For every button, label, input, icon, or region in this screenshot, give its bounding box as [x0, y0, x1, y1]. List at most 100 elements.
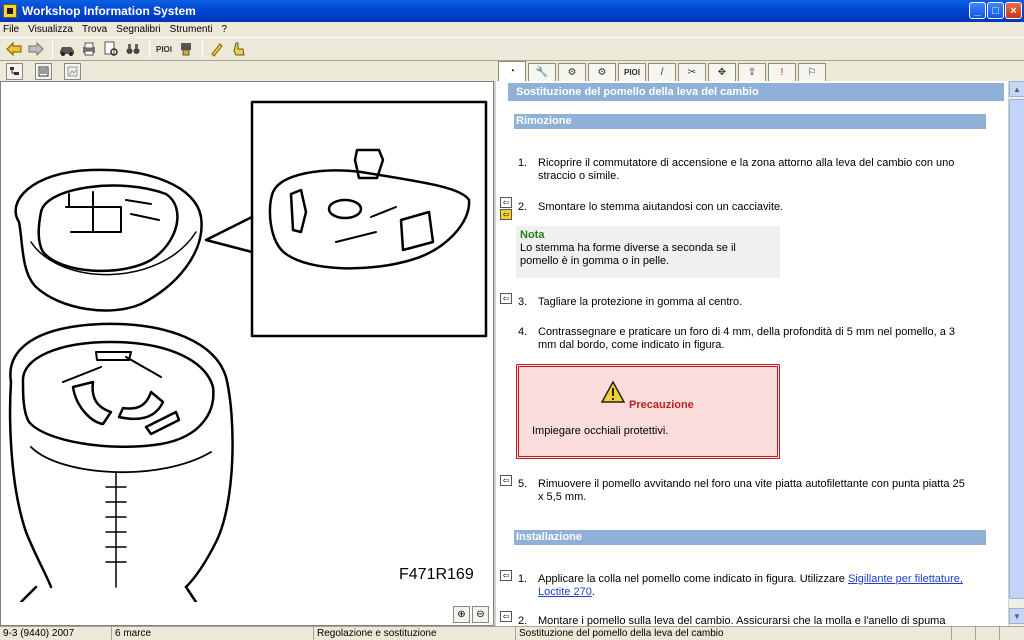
status-extra-2 — [976, 627, 1000, 640]
arrow-right-icon — [28, 41, 44, 57]
tab-specifications[interactable]: ⚐ — [798, 63, 826, 81]
gear-knob-illustration — [8, 100, 488, 602]
section-header-installation: Installazione — [514, 530, 986, 545]
pioi-label: PIOI — [155, 44, 172, 54]
status-extra-3 — [1000, 627, 1024, 640]
text-view-button[interactable] — [35, 63, 52, 80]
pencil-icon — [211, 43, 223, 57]
caution-title: Precauzione — [629, 399, 694, 411]
tool-icon: ✂ — [687, 67, 697, 78]
shirt-icon: ⚐ — [807, 67, 817, 78]
back-button[interactable] — [4, 39, 24, 59]
tab-position[interactable]: ✥ — [708, 63, 736, 81]
warning-icon: ! — [780, 67, 784, 78]
diagnostic-button[interactable] — [176, 39, 196, 59]
close-button[interactable]: × — [1005, 2, 1022, 19]
removal-step-3: 3. Tagliare la protezione in gomma al ce… — [518, 296, 968, 309]
menu-tools[interactable]: Strumenti — [170, 24, 213, 35]
document-tab-bar: ◔ 🔧 ⚙ ⚙ PIOI / ✂ ✥ ⇪ ! ⚐ — [496, 61, 1024, 81]
tab-tools[interactable]: 🔧 — [528, 63, 556, 81]
status-transmission: 6 marce — [112, 627, 314, 640]
step-text: Applicare la colla nel pomello come indi… — [518, 573, 968, 599]
zoom-in-button[interactable]: ⊕ — [453, 606, 470, 623]
menu-view[interactable]: Visualizza — [28, 24, 73, 35]
tab-warnings[interactable]: ! — [768, 63, 796, 81]
figure-code: F471R169 — [399, 566, 474, 583]
find-button[interactable] — [123, 39, 143, 59]
window-title: Workshop Information System — [22, 4, 196, 18]
cross-reference-icon-alt[interactable]: ⇦ — [500, 209, 512, 220]
note-box: Nota Lo stemma ha forme diverse a second… — [516, 226, 780, 278]
forward-button[interactable] — [26, 39, 46, 59]
zoom-out-icon: ⊖ — [476, 609, 485, 620]
tab-special-tools[interactable]: ✂ — [678, 63, 706, 81]
application-window: Workshop Information System _ □ × File V… — [0, 0, 1024, 640]
step-number: 1. — [518, 157, 528, 169]
diagnostic-icon — [181, 43, 191, 56]
main-toolbar: PIOI — [0, 37, 1024, 61]
tab-parts[interactable]: ⚙ — [588, 63, 616, 81]
toolbar-separator — [52, 40, 53, 58]
installation-step-2: 2. Montare i pomello sulla leva del camb… — [518, 615, 968, 626]
tab-pioi[interactable]: PIOI — [618, 63, 646, 81]
removal-step-2: 2. Smontare lo stemma aiutandosi con un … — [518, 201, 968, 214]
cross-reference-icon[interactable]: ⇦ — [500, 611, 512, 622]
step-text: Smontare lo stemma aiutandosi con un cac… — [538, 201, 784, 213]
scroll-up-icon: ▲ — [1013, 84, 1021, 94]
tree-view-button[interactable] — [6, 63, 23, 80]
document-search-button[interactable] — [101, 39, 121, 59]
step-number: 1. — [518, 573, 528, 585]
installation-step-1: 1. Applicare la colla nel pomello come i… — [518, 573, 968, 599]
step-text-before: Applicare la colla nel pomello come indi… — [538, 573, 848, 585]
tab-export[interactable]: ⇪ — [738, 63, 766, 81]
binoculars-icon — [126, 44, 140, 54]
caution-text: Impiegare occhiali protettivi. — [532, 425, 669, 437]
scroll-down-button[interactable]: ▼ — [1009, 608, 1024, 624]
menu-file[interactable]: File — [3, 24, 19, 35]
step-number: 2. — [518, 201, 528, 213]
car-icon — [60, 47, 74, 56]
title-bar[interactable]: Workshop Information System _ □ × — [0, 0, 1024, 22]
removal-step-4: 4. Contrassegnare e praticare un foro di… — [518, 326, 968, 352]
cross-reference-icon[interactable]: ⇦ — [500, 475, 512, 486]
step-text: Rimuovere il pomello avvitando nel foro … — [538, 478, 965, 503]
minimize-button[interactable]: _ — [969, 2, 986, 19]
scroll-down-icon: ▼ — [1013, 611, 1021, 621]
caution-box: Precauzione Impiegare occhiali protettiv… — [516, 364, 780, 459]
scrollbar-thumb[interactable] — [1009, 99, 1024, 599]
pointer-button[interactable] — [229, 39, 249, 59]
removal-step-1: 1. Ricoprire il commutatore di accension… — [518, 157, 968, 183]
hand-pointer-icon — [233, 42, 245, 56]
vehicle-button[interactable] — [57, 39, 77, 59]
move-icon: ✥ — [717, 67, 727, 78]
step-text: Contrassegnare e praticare un foro di 4 … — [538, 326, 955, 351]
menu-find[interactable]: Trova — [82, 24, 107, 35]
tree-icon — [10, 67, 19, 75]
document-pane: Sostituzione del pomello della leva del … — [496, 81, 1024, 626]
cross-reference-icon[interactable]: ⇦ — [500, 293, 512, 304]
highlight-button[interactable] — [207, 39, 227, 59]
document-scrollbar[interactable]: ▲ ▼ — [1008, 81, 1024, 626]
tab-procedure[interactable]: / — [648, 63, 676, 81]
step-number: 5. — [518, 478, 528, 490]
cross-reference-icon[interactable]: ⇦ — [500, 197, 512, 208]
export-icon: ⇪ — [747, 67, 757, 78]
image-view-button[interactable] — [64, 63, 81, 80]
zoom-in-icon: ⊕ — [457, 609, 466, 620]
cross-reference-icon[interactable]: ⇦ — [500, 570, 512, 581]
document-lines-icon — [38, 66, 49, 77]
gauge-icon: ◔ — [508, 66, 516, 77]
tab-overview[interactable]: ◔ — [498, 61, 526, 81]
app-icon — [3, 4, 17, 18]
section-header-removal: Rimozione — [514, 114, 986, 129]
tab-components[interactable]: ⚙ — [558, 63, 586, 81]
scroll-up-button[interactable]: ▲ — [1009, 81, 1024, 97]
menu-bookmarks[interactable]: Segnalibri — [116, 24, 160, 35]
maximize-button[interactable]: □ — [987, 2, 1004, 19]
menu-help[interactable]: ? — [221, 24, 227, 35]
print-button[interactable] — [79, 39, 99, 59]
toolbar-separator — [202, 40, 203, 58]
zoom-out-button[interactable]: ⊖ — [472, 606, 489, 623]
pioi-button[interactable]: PIOI — [154, 39, 174, 59]
image-pane-toolbar — [0, 62, 494, 81]
